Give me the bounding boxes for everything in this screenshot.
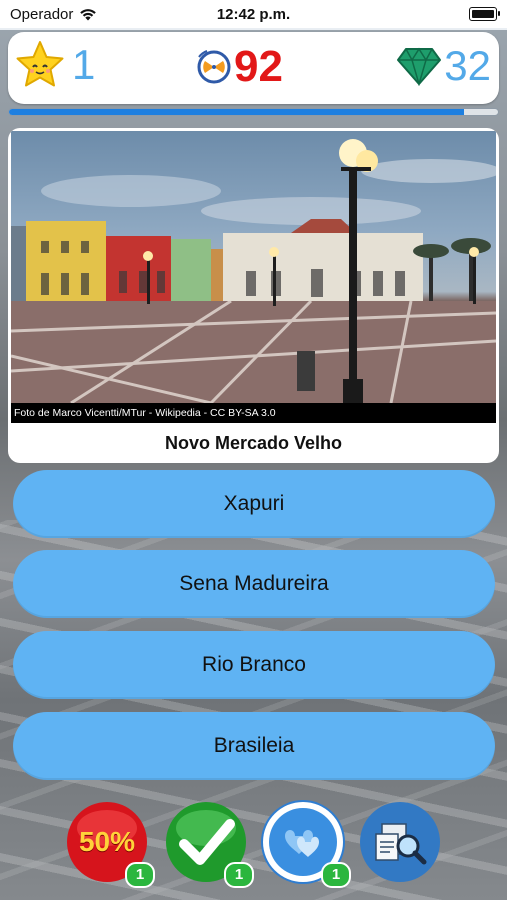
timer-icon [197, 50, 231, 84]
hint-search-button[interactable] [358, 800, 442, 884]
photo-credit: Foto de Marco Vicentti/MTur - Wikipedia … [11, 403, 496, 423]
battery-icon [469, 7, 500, 21]
status-bar: Operador 12:42 p.m. [0, 0, 507, 28]
points-count: 92 [234, 42, 283, 91]
gems-counter: 32 [396, 42, 491, 90]
fifty-percent-label: 50% [78, 826, 136, 857]
location-photo: Foto de Marco Vicentti/MTur - Wikipedia … [11, 131, 496, 423]
photo-caption: Novo Mercado Velho [164, 433, 343, 453]
answer-option-3[interactable]: Rio Branco [13, 631, 495, 699]
stars-counter: 1 [14, 40, 95, 90]
document-search-icon [360, 802, 440, 882]
star-icon [16, 41, 64, 87]
photo-illustration [11, 139, 496, 403]
gems-count: 32 [444, 42, 491, 89]
question-progress-bar [8, 108, 499, 116]
gem-icon [397, 47, 442, 86]
stars-count: 1 [72, 41, 96, 88]
answer-option-4[interactable]: Brasileia [13, 712, 495, 780]
extra-life-button[interactable]: 1 [261, 800, 351, 888]
fifty-fifty-button[interactable]: 50% 1 [65, 800, 155, 888]
answer-option-2[interactable]: Sena Madureira [13, 550, 495, 618]
heart-count-badge: 1 [321, 862, 351, 888]
progress-fill [9, 109, 464, 115]
answer-option-1[interactable]: Xapuri [13, 470, 495, 538]
clock: 12:42 p.m. [216, 5, 291, 23]
fifty-count-badge: 1 [125, 862, 155, 888]
score-panel: 1 92 32 [8, 32, 499, 104]
question-card: Foto de Marco Vicentti/MTur - Wikipedia … [8, 128, 499, 463]
correct-answer-button[interactable]: 1 [164, 800, 254, 888]
check-count-badge: 1 [224, 862, 254, 888]
points-counter: 92 [194, 42, 283, 92]
